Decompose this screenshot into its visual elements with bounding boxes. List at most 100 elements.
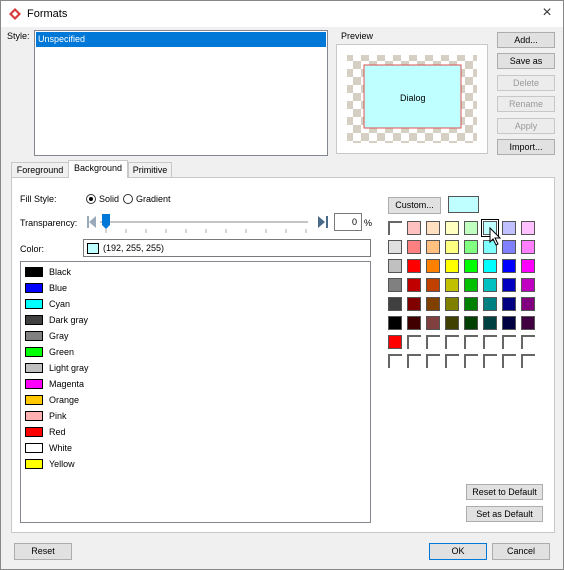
palette-cell[interactable] [445,297,459,311]
style-list[interactable]: Unspecified [34,30,328,156]
palette-cell[interactable] [445,240,459,254]
tab-foreground[interactable]: Foreground [11,162,69,178]
palette-cell[interactable] [502,297,516,311]
palette-cell[interactable] [388,354,402,368]
palette-cell[interactable] [388,316,402,330]
style-label: Style: [7,31,30,41]
palette-cell[interactable] [407,259,421,273]
palette-cell[interactable] [521,259,535,273]
palette-cell[interactable] [521,221,535,235]
cancel-button[interactable]: Cancel [492,543,550,560]
tab-background[interactable]: Background [68,160,128,178]
reset-to-default-button[interactable]: Reset to Default [466,484,543,500]
palette-cell[interactable] [388,297,402,311]
close-icon[interactable]: × [539,5,555,21]
palette-cell[interactable] [464,221,478,235]
palette-cell[interactable] [502,316,516,330]
palette-cell[interactable] [445,316,459,330]
color-palette[interactable] [388,219,540,373]
add-button[interactable]: Add... [497,32,555,48]
palette-cell[interactable] [464,278,478,292]
ok-button[interactable]: OK [429,543,487,560]
palette-cell[interactable] [426,278,440,292]
palette-cell[interactable] [483,316,497,330]
palette-cell[interactable] [407,335,421,349]
preview-dialog-text: Dialog [400,93,426,103]
color-swatch [25,267,43,277]
palette-cell[interactable] [426,221,440,235]
save-as-button[interactable]: Save as [497,53,555,69]
palette-cell[interactable] [521,297,535,311]
reset-button[interactable]: Reset [14,543,72,560]
rename-button[interactable]: Rename [497,96,555,112]
set-as-default-button[interactable]: Set as Default [466,506,543,522]
palette-cell[interactable] [502,335,516,349]
palette-cell[interactable] [426,259,440,273]
palette-cell[interactable] [388,278,402,292]
palette-cell[interactable] [464,335,478,349]
palette-cell[interactable] [426,354,440,368]
palette-cell[interactable] [407,240,421,254]
palette-cell[interactable] [521,354,535,368]
palette-cell[interactable] [426,297,440,311]
gradient-radio[interactable] [123,194,133,204]
palette-cell[interactable] [483,278,497,292]
palette-cell[interactable] [388,259,402,273]
palette-cell[interactable] [483,354,497,368]
palette-cell[interactable] [502,221,516,235]
palette-cell[interactable] [502,259,516,273]
palette-cell[interactable] [407,316,421,330]
apply-button[interactable]: Apply [497,118,555,134]
palette-cell[interactable] [445,354,459,368]
custom-color-button[interactable]: Custom... [388,197,441,214]
palette-cell[interactable] [445,278,459,292]
palette-cell[interactable] [521,278,535,292]
palette-cell[interactable] [521,240,535,254]
palette-cell[interactable] [426,240,440,254]
palette-cell[interactable] [388,221,402,235]
slider-thumb [102,214,110,229]
formats-dialog: Formats × Style: Unspecified Preview Dia… [0,0,564,570]
gradient-label[interactable]: Gradient [136,194,171,204]
palette-cell[interactable] [445,221,459,235]
palette-cell[interactable] [483,335,497,349]
palette-cell[interactable] [502,278,516,292]
slider-max-icon [318,216,328,228]
delete-button[interactable]: Delete [497,75,555,91]
palette-cell[interactable] [445,335,459,349]
palette-cell[interactable] [521,316,535,330]
palette-cell[interactable] [407,278,421,292]
tab-primitive[interactable]: Primitive [128,162,172,178]
preview-label: Preview [341,31,374,41]
transparency-slider[interactable] [86,213,332,235]
solid-label[interactable]: Solid [99,194,119,204]
import-button[interactable]: Import... [497,139,555,155]
palette-cell[interactable] [483,297,497,311]
palette-cell[interactable] [445,259,459,273]
solid-radio[interactable] [86,194,96,204]
palette-cell[interactable] [464,297,478,311]
palette-cell[interactable] [407,297,421,311]
palette-cell[interactable] [426,335,440,349]
preview-panel: Dialog [336,44,488,154]
custom-color-swatch[interactable] [448,196,479,213]
palette-cell[interactable] [407,354,421,368]
palette-cell[interactable] [407,221,421,235]
color-swatch [25,299,43,309]
color-list[interactable]: Black Blue Cyan Dark gray Gray Green Lig… [20,261,371,523]
palette-cell[interactable] [464,240,478,254]
palette-cell[interactable] [502,240,516,254]
palette-cell[interactable] [388,240,402,254]
palette-cell[interactable] [464,259,478,273]
palette-cell[interactable] [426,316,440,330]
style-item-unspecified[interactable]: Unspecified [36,32,326,47]
palette-cell[interactable] [388,335,402,349]
palette-cell[interactable] [521,335,535,349]
palette-cell[interactable] [483,259,497,273]
title-bar: Formats × [1,1,563,27]
palette-cell[interactable] [464,354,478,368]
palette-cell[interactable] [502,354,516,368]
transparency-input[interactable]: 0 [334,213,362,231]
palette-cell[interactable] [464,316,478,330]
color-value-field[interactable]: (192, 255, 255) [83,239,371,257]
